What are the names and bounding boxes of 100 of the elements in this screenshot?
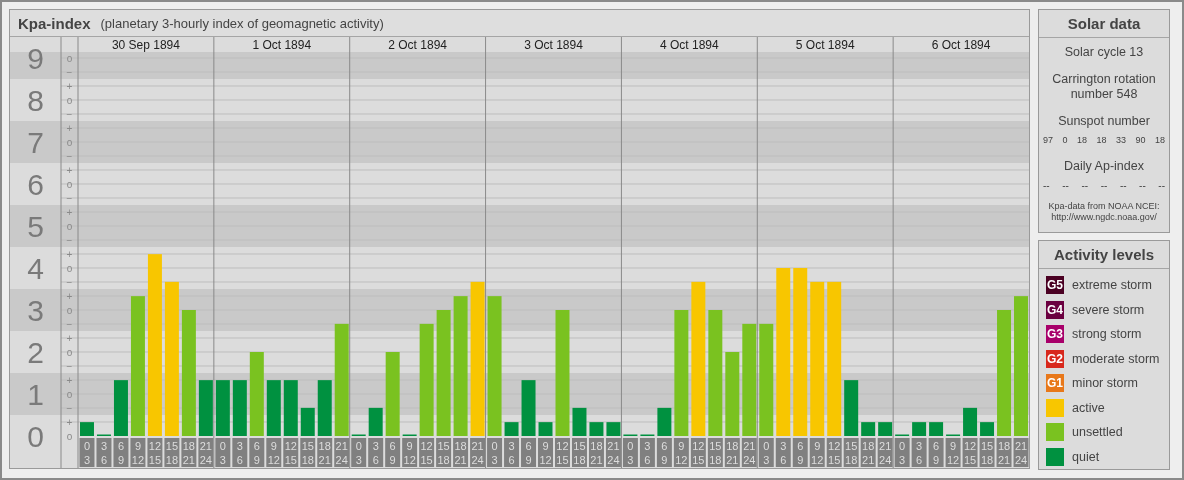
sublevel-label: + [66,164,73,176]
level-name: strong storm [1072,327,1142,341]
date-label: 6 Oct 1894 [931,38,991,52]
level-label: 5 [27,210,44,243]
level-label: 2 [27,336,44,369]
ap-value: -- [1081,180,1089,191]
x-tick-label: 3 6 [644,440,651,466]
x-tick-label: 0 3 [491,440,498,466]
hour-label: 21 24 [334,438,350,467]
hour-label: 15 18 [164,438,180,467]
sublevel-label: + [66,206,73,218]
level-label: 0 [27,420,44,453]
sublevel-label: o [66,262,73,274]
sunspot-title: Sunspot number [1057,114,1151,129]
x-tick-label: 6 9 [253,440,260,466]
x-tick-label: 0 3 [355,440,362,466]
hour-label: 6 9 [113,438,129,467]
level-label: 7 [27,126,44,159]
sunspot-value: 18 [1154,135,1165,145]
bar [232,380,247,436]
sublevel-label: − [66,360,73,372]
panel-title: Activity levels [1039,241,1169,269]
bar [657,407,672,436]
sublevel-label: − [66,192,73,204]
ap-value: -- [1158,180,1165,191]
hour-label: 18 21 [453,438,469,467]
hour-label: 0 3 [487,438,503,467]
sublevel-label: + [66,374,73,386]
date-label: 30 Sep 1894 [111,38,180,52]
bar [317,380,332,436]
sublevel-label: − [66,150,73,162]
level-badge: G2 [1046,349,1064,368]
x-tick-label: 3 6 [508,440,515,466]
level-name: severe storm [1072,302,1145,317]
hour-label: 9 12 [130,438,146,467]
panel-title: Kpa-index [18,14,91,32]
hour-label: 6 9 [249,438,265,467]
level-label: 6 [27,168,44,201]
level-label: 3 [27,294,44,327]
sublevel-label: − [66,276,73,288]
x-tick-label: 6 9 [797,440,804,466]
panel-subtitle: (planetary 3-hourly index of geomagnetic activity) [100,15,384,31]
hour-label: 3 6 [232,438,248,467]
sunspot-value: 33 [1115,135,1126,145]
hour-label: 0 3 [351,438,367,467]
hour-label: 9 12 [266,438,282,467]
level-label: 9 [27,42,44,75]
x-tick-label: 0 3 [83,440,91,466]
x-tick-label: 3 6 [372,440,379,466]
bar [521,380,536,436]
level-name: moderate storm [1072,351,1160,366]
x-tick-label: 0 3 [899,440,906,466]
bar [844,380,859,436]
hour-label: 18 21 [181,438,197,467]
x-tick-label: 6 9 [933,440,940,466]
sublevel-label: + [66,248,73,260]
level-label: 4 [27,252,44,285]
hour-label: 12 15 [555,438,570,467]
bar [266,380,281,436]
sublevel-label: + [66,122,73,134]
sublevel-label: o [66,178,73,190]
panel-title: Solar data [1039,10,1169,38]
sublevel-label: + [66,290,73,302]
date-label: 2 Oct 1894 [388,38,447,52]
bar [606,422,621,436]
bar [929,422,944,436]
x-tick-label: 0 3 [763,440,770,466]
hour-label: 3 6 [96,438,112,467]
bar [861,422,876,436]
hour-label: 12 15 [419,438,435,467]
source-note: Kpa-data from NOAA NCEI: http://www.ngdc.noaa.gov/ [1047,201,1161,223]
x-tick-label: 3 6 [236,440,243,466]
bar [215,380,230,436]
bar [912,422,927,436]
sublevel-label: o [66,346,73,358]
level-name: quiet [1072,449,1100,464]
sublevel-label: + [66,80,73,92]
sublevel-label: − [66,66,73,78]
bar [198,380,213,436]
x-tick-label: 6 9 [661,440,668,466]
hour-label: 9 12 [538,438,553,467]
level-name: extreme storm [1072,278,1152,292]
ap-value: -- [1100,180,1108,191]
bar [80,422,94,436]
hour-label: 15 18 [436,438,452,467]
hour-label: 21 24 [198,438,214,467]
sublevel-label: o [66,430,73,442]
bar [113,380,128,436]
sublevel-label: − [66,108,73,120]
hour-label: 3 6 [504,438,520,467]
level-name: unsettled [1072,425,1123,439]
x-tick-label: 0 3 [627,440,634,466]
sublevel-label: − [66,318,73,330]
hour-label: 15 18 [300,438,316,467]
sublevel-label: + [66,416,73,428]
sublevel-label: − [66,234,73,246]
date-label: 1 Oct 1894 [252,38,312,52]
hour-label: 0 3 [215,438,231,467]
hour-label: 3 6 [368,438,384,467]
bar [538,422,553,436]
